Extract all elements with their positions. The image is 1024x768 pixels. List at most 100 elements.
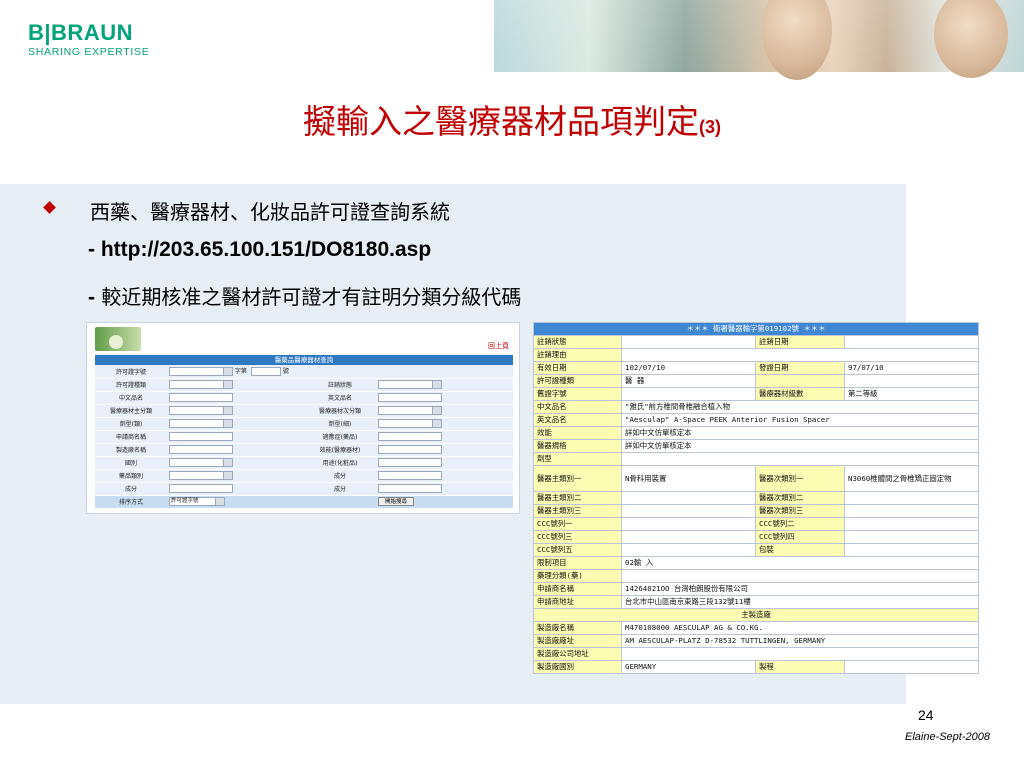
detail-label: CCC號列五	[533, 543, 622, 557]
form-header: 醫藥品醫療器材查詢	[95, 355, 513, 365]
field-extra: 字第	[234, 368, 247, 376]
detail-value	[620, 647, 980, 661]
detail-label: CCC號列三	[533, 530, 622, 544]
detail-label: 醫器次類別一	[755, 465, 845, 492]
form-control	[167, 404, 304, 418]
bbraun-logo: B|BRAUN SHARING EXPERTISE	[28, 22, 150, 59]
detail-value: 詳如中文仿單核定本	[620, 426, 980, 440]
note-dash: -	[88, 286, 95, 309]
detail-value	[843, 543, 980, 557]
text-field[interactable]	[378, 393, 442, 402]
detail-value: 102/07/10	[621, 361, 756, 375]
text-field[interactable]	[378, 484, 442, 493]
text-field[interactable]	[250, 367, 281, 377]
detail-value: 02輸 入	[620, 556, 980, 570]
detail-value	[843, 530, 980, 544]
text-field[interactable]	[169, 445, 233, 454]
bullet-text: 西藥、醫療器材、化妝品許可證查詢系統	[90, 200, 450, 224]
form-control: 字第 號	[167, 365, 304, 379]
detail-row: 製造廠國別 GERMANY 製程	[533, 660, 980, 674]
detail-row: 申請商地址 台北市中山區南京東路三段132號11樓	[533, 595, 980, 609]
detail-value	[843, 491, 980, 505]
detail-label: 製造廠國別	[533, 660, 622, 674]
detail-value: "雅氏"前方椎間骨椎融合植入物	[620, 400, 980, 414]
detail-value: GERMANY	[621, 660, 756, 674]
text-field[interactable]	[169, 432, 233, 441]
detail-value	[843, 660, 980, 674]
text-field[interactable]	[378, 471, 442, 480]
detail-label: 發證日期	[755, 361, 845, 375]
sort-select[interactable]: 許可證字號	[169, 497, 225, 506]
detail-value: 14264021OO 台灣柏朗股份有限公司	[620, 582, 980, 596]
form-control	[167, 378, 304, 392]
detail-value	[621, 530, 756, 544]
detail-value: 第二等級	[843, 387, 980, 401]
detail-row: 製造廠名稱 M470108000 AESCULAP AG & CO.KG.	[533, 621, 980, 635]
form-row: 國別 用途(化粧品)	[95, 456, 513, 470]
slide-title: 擬輸入之醫療器材品項判定(3)	[0, 100, 1024, 149]
form-control	[167, 469, 304, 483]
detail-value: AM AESCULAP-PLATZ D-78532 TUTTLINGEN, GE…	[620, 634, 980, 648]
search-button[interactable]: 開始搜尋	[378, 497, 415, 506]
note-line: - 較近期核准之醫材許可證才有註明分類分級代碼	[88, 281, 521, 310]
url-line: - http://203.65.100.151/DO8180.asp	[88, 238, 432, 261]
detail-label: 包裝	[755, 543, 845, 557]
detail-row: 醫器主類別一 N骨科用裝置 醫器次類別一 N3060椎體間之骨椎矯正固定物	[533, 465, 980, 492]
detail-value: 詳如中文仿單核定本	[620, 439, 980, 453]
form-control: 許可證字號	[167, 495, 304, 509]
form-row: 中文品名 英文品名	[95, 391, 513, 405]
form-spacer	[304, 495, 376, 509]
form-control	[376, 365, 513, 379]
detail-row: 製造廠廠址 AM AESCULAP-PLATZ D-78532 TUTTLINGE…	[533, 634, 980, 648]
detail-label: 註銷日期	[755, 335, 845, 349]
text-field[interactable]	[169, 484, 233, 493]
form-control	[376, 469, 513, 483]
detail-label: 註銷理由	[533, 348, 622, 362]
select-dropdown[interactable]	[169, 367, 233, 377]
detail-value: "Aesculap" A-Space PEEK Anterior Fusion …	[620, 413, 980, 427]
form-banner: 回上頁	[87, 323, 519, 355]
detail-label: 製造廠公司地址	[533, 647, 622, 661]
select-dropdown[interactable]	[169, 471, 233, 480]
detail-row: 英文品名 "Aesculap" A-Space PEEK Anterior Fus…	[533, 413, 980, 427]
title-suffix: (3)	[699, 117, 721, 137]
detail-row: 醫器規格 詳如中文仿單核定本	[533, 439, 980, 453]
detail-row: 註銷理由	[533, 348, 980, 362]
detail-label: 註銷狀態	[533, 335, 622, 349]
detail-label: 醫器主類別三	[533, 504, 622, 518]
form-label: 適應症(藥品)	[304, 430, 376, 444]
detail-value: N3060椎體間之骨椎矯正固定物	[843, 465, 980, 492]
form-label: 醫療器材主分類	[95, 404, 167, 418]
form-label: 國別	[95, 456, 167, 470]
form-label: 成分	[304, 469, 376, 483]
detail-label: 醫器次類別三	[755, 504, 845, 518]
detail-label: 舊證字號	[533, 387, 622, 401]
title-main: 擬輸入之醫療器材品項判定	[303, 102, 699, 141]
detail-row: 註銷狀態 註銷日期	[533, 335, 980, 349]
text-field[interactable]	[378, 458, 442, 467]
detail-row: 醫器主類別三 醫器次類別三	[533, 504, 980, 518]
text-field[interactable]	[378, 432, 442, 441]
form-label: 製造廠名稱	[95, 443, 167, 457]
detail-value	[620, 348, 980, 362]
detail-header: ＊＊＊ 衛署醫器輸字第019102號 ＊＊＊	[532, 322, 980, 336]
form-control	[167, 417, 304, 431]
select-dropdown[interactable]	[378, 380, 442, 389]
back-link[interactable]: 回上頁	[488, 341, 509, 351]
select-dropdown[interactable]	[169, 406, 233, 415]
logo-tagline: SHARING EXPERTISE	[28, 46, 150, 58]
select-dropdown[interactable]	[169, 419, 233, 428]
license-detail-table: ＊＊＊ 衛署醫器輸字第019102號 ＊＊＊ 註銷狀態 註銷日期 註銷理由 有效日期 1…	[532, 322, 980, 674]
select-dropdown[interactable]	[169, 458, 233, 467]
select-dropdown[interactable]	[378, 406, 442, 415]
form-label: 英文品名	[304, 391, 376, 405]
form-row: 申請商名稱 適應症(藥品)	[95, 430, 513, 444]
detail-label: CCC號列一	[533, 517, 622, 531]
note-text: 較近期核准之醫材許可證才有註明分類分級代碼	[101, 285, 522, 309]
text-field[interactable]	[378, 445, 442, 454]
select-dropdown[interactable]	[378, 419, 442, 428]
detail-label: 醫器次類別二	[755, 491, 845, 505]
detail-row: CCC號列三 CCC號列四	[533, 530, 980, 544]
text-field[interactable]	[169, 393, 233, 402]
select-dropdown[interactable]	[169, 380, 233, 389]
